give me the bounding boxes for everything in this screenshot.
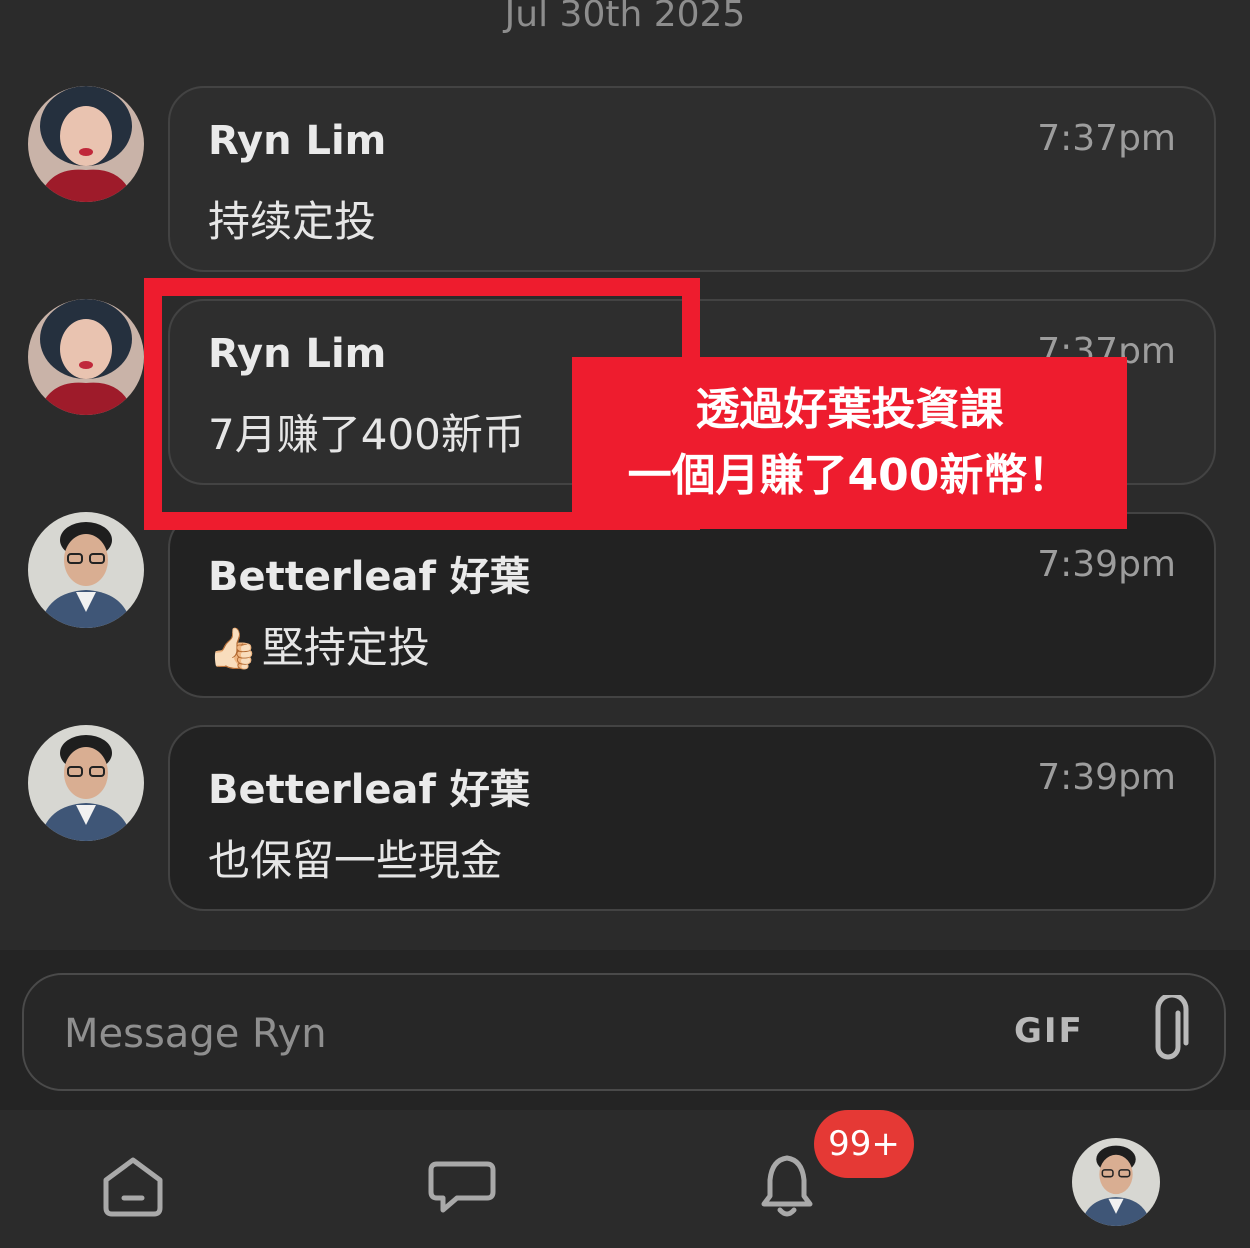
avatar-ryn-lim[interactable] (28, 86, 144, 202)
message-bubble[interactable]: Betterleaf 好葉 7:39pm 也保留一些現金 (168, 725, 1216, 911)
avatar-ryn-lim[interactable] (28, 299, 144, 415)
attachment-icon[interactable] (1144, 992, 1192, 1067)
avatar-betterleaf[interactable] (28, 725, 144, 841)
message-composer: GIF (22, 973, 1226, 1091)
message-text: 也保留一些現金 (208, 836, 503, 885)
message-row: Betterleaf 好葉 7:39pm 也保留一些現金 (0, 725, 1250, 915)
notification-badge: 99+ (814, 1110, 914, 1178)
message-text-container: 👍🏻堅持定投 (208, 614, 430, 675)
promo-banner: 透過好葉投資課 一個月賺了400新幣！ (572, 357, 1127, 529)
message-row: Betterleaf 好葉 7:39pm 👍🏻堅持定投 (0, 512, 1250, 702)
message-time: 7:39pm (1037, 544, 1176, 585)
message-bubble[interactable]: Ryn Lim 7:37pm 持续定投 (168, 86, 1216, 272)
message-bubble[interactable]: Betterleaf 好葉 7:39pm 👍🏻堅持定投 (168, 512, 1216, 698)
message-input[interactable] (62, 1003, 966, 1065)
message-text: 持续定投 (208, 197, 377, 246)
sender-name: Betterleaf 好葉 (208, 554, 530, 600)
gif-button[interactable]: GIF (1014, 1011, 1084, 1051)
sender-name: Ryn Lim (208, 118, 387, 164)
message-row: Ryn Lim 7:37pm 持续定投 (0, 86, 1250, 276)
thumbs-up-icon: 👍🏻 (208, 626, 258, 672)
chat-icon[interactable] (427, 1150, 497, 1220)
bell-icon[interactable] (752, 1150, 822, 1220)
promo-line-2: 一個月賺了400新幣！ (627, 450, 1072, 501)
composer-area: GIF (0, 950, 1250, 1110)
message-time: 7:37pm (1037, 118, 1176, 159)
date-label: Jul 30th 2025 (504, 0, 746, 35)
bottom-nav (0, 1110, 1250, 1248)
sender-name: Betterleaf 好葉 (208, 767, 530, 813)
profile-avatar[interactable] (1072, 1138, 1160, 1226)
message-text: 堅持定投 (261, 623, 430, 672)
home-icon[interactable] (98, 1150, 168, 1220)
message-time: 7:39pm (1037, 757, 1176, 798)
promo-line-1: 透過好葉投資課 (695, 384, 1004, 435)
avatar-betterleaf[interactable] (28, 512, 144, 628)
